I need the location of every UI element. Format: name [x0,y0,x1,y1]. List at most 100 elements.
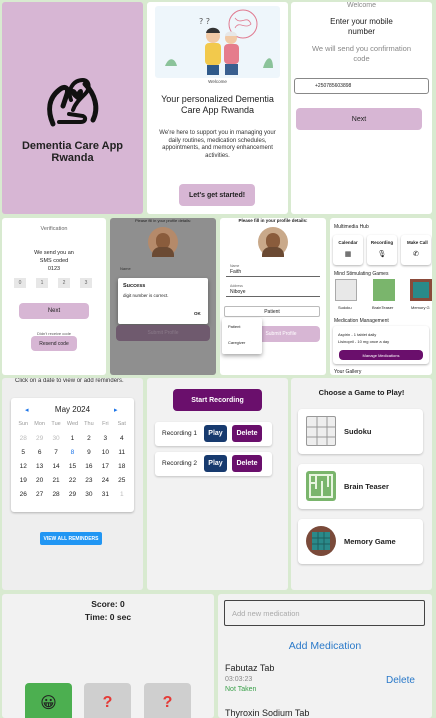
recording-label: Recording 2 [162,460,198,467]
calendar-icon: ▦ [344,251,352,258]
calendar-day[interactable]: 1 [64,434,80,443]
brainteaser-thumbnail[interactable] [373,279,395,301]
calendar-grid: Sun Mon Tue Wed Thu Fri Sat 28 29 30 1 2 3 4 5 6 7 8 9 10 11… [15,420,130,499]
role-select[interactable]: Patient [224,306,320,317]
phone-next-button[interactable]: Next [296,108,422,130]
calendar-day[interactable]: 19 [15,476,31,485]
calendar-day[interactable]: 21 [48,476,64,485]
get-started-button[interactable]: Let's get started! [179,184,255,206]
delete-button[interactable]: Delete [232,425,262,442]
brain-teaser-game-card[interactable]: Brain Teaser [298,464,423,509]
calendar-day[interactable]: 30 [81,490,97,499]
recording-row: Recording 2 Play Delete [155,452,272,476]
submit-profile-button[interactable]: Submit Profile [116,325,210,341]
calendar-day[interactable]: 4 [114,434,130,443]
phone-subtitle: We will send you confirmation code [311,44,412,63]
delete-button[interactable]: Delete [232,455,262,472]
memory-card[interactable]: ? [144,683,191,718]
phone-number-input[interactable]: +250785603898 [294,78,429,94]
game-label: BrainTeaser [372,305,394,310]
view-all-reminders-button[interactable]: VIEW ALL REMINDERS [40,532,102,545]
manage-medications-button[interactable]: Manage Medications [339,350,423,360]
code-digit-input[interactable]: 1 [36,278,48,288]
delete-medication-button[interactable]: Delete [386,675,415,686]
verification-line1: We send you an [34,250,74,256]
calendar-day[interactable]: 8 [64,448,80,457]
new-medication-input[interactable]: Add new medication [224,600,425,626]
svg-text:? ?: ? ? [199,17,210,26]
calendar-day[interactable]: 28 [48,490,64,499]
calendar-day[interactable]: 2 [81,434,97,443]
sudoku-game-card[interactable]: Sudoku [298,409,423,454]
prev-month-arrow-icon[interactable]: ◂ [25,406,29,414]
calendar-day[interactable]: 30 [48,434,64,443]
calendar-day[interactable]: 26 [15,490,31,499]
code-digit-input[interactable]: 0 [14,278,26,288]
weekday-label: Fri [102,421,109,427]
dialog-ok-button[interactable]: OK [194,311,201,316]
calendar-day[interactable]: 31 [97,490,113,499]
phone-icon: ✆ [413,251,419,258]
profile-header: Please fill in your profile details: [134,218,192,223]
resend-code-button[interactable]: Resend code [31,336,77,351]
memory-card[interactable]: 😀 [25,683,72,718]
calendar-day[interactable]: 25 [114,476,130,485]
calendar-day[interactable]: 23 [81,476,97,485]
start-recording-button[interactable]: Start Recording [173,389,262,411]
dialog-message: digit number is correct. [123,293,169,298]
role-option[interactable]: Patient [228,324,240,329]
medication-card: Aspirin - 1 tablet daily Lisinopril - 10… [333,326,429,364]
calendar-day[interactable]: 10 [97,448,113,457]
calendar-day[interactable]: 28 [15,434,31,443]
microphone-icon: 🎙 [377,251,387,258]
calendar-day[interactable]: 20 [31,476,47,485]
calendar-day[interactable]: 29 [64,490,80,499]
make-call-tile[interactable]: Make Call ✆ [401,235,431,265]
name-field-value[interactable]: Faith [230,269,241,275]
play-button[interactable]: Play [204,455,227,472]
code-digit-input[interactable]: 2 [58,278,70,288]
memory-card[interactable]: ? [84,683,131,718]
calendar-day[interactable]: 1 [114,490,130,499]
calendar-day[interactable]: 18 [114,462,130,471]
weekday-label: Thu [84,421,94,427]
calendar-day[interactable]: 3 [97,434,113,443]
memory-game-card[interactable]: Memory Game [298,519,423,564]
calendar-day[interactable]: 22 [64,476,80,485]
welcome-screen: ? ? Welcome Your personalized Dementia C… [147,2,288,214]
address-field-value[interactable]: Niboye [230,289,246,295]
recording-tile[interactable]: Recording 🎙 [367,235,397,265]
new-medication-placeholder: Add new medication [232,609,300,618]
code-digit-input[interactable]: 3 [80,278,92,288]
welcome-heading: Your personalized Dementia Care App Rwan… [161,94,274,115]
calendar-day[interactable]: 5 [15,448,31,457]
calendar-tile[interactable]: Calendar ▦ [333,235,363,265]
calendar-day[interactable]: 13 [31,462,47,471]
sudoku-thumbnail[interactable] [335,279,357,301]
verification-next-button[interactable]: Next [19,303,89,319]
calendar-day[interactable]: 27 [31,490,47,499]
calendar-day[interactable]: 7 [48,448,64,457]
tile-label: Make Call [407,240,428,245]
calendar-widget: ◂ May 2024 ▸ Sun Mon Tue Wed Thu Fri Sat 28 29 30… [11,398,134,512]
calendar-day[interactable]: 12 [15,462,31,471]
calendar-day[interactable]: 24 [97,476,113,485]
role-option[interactable]: Caregiver [228,340,245,345]
game-label: Brain Teaser [344,482,389,491]
play-button[interactable]: Play [204,425,227,442]
calendar-day[interactable]: 14 [48,462,64,471]
game-label: Sudoku [344,427,372,436]
calendar-day[interactable]: 15 [64,462,80,471]
calendar-day[interactable]: 16 [81,462,97,471]
next-month-arrow-icon[interactable]: ▸ [114,406,118,414]
calendar-day[interactable]: 6 [31,448,47,457]
memory-thumbnail[interactable] [410,279,432,301]
calendar-day[interactable]: 17 [97,462,113,471]
calendar-day[interactable]: 9 [81,448,97,457]
avatar[interactable] [258,227,288,257]
calendar-day[interactable]: 11 [114,448,130,457]
add-medication-button[interactable]: Add Medication [218,640,432,652]
tile-label: Calendar [338,240,358,245]
welcome-body: We're here to support you in managing yo… [159,130,276,159]
calendar-day[interactable]: 29 [31,434,47,443]
